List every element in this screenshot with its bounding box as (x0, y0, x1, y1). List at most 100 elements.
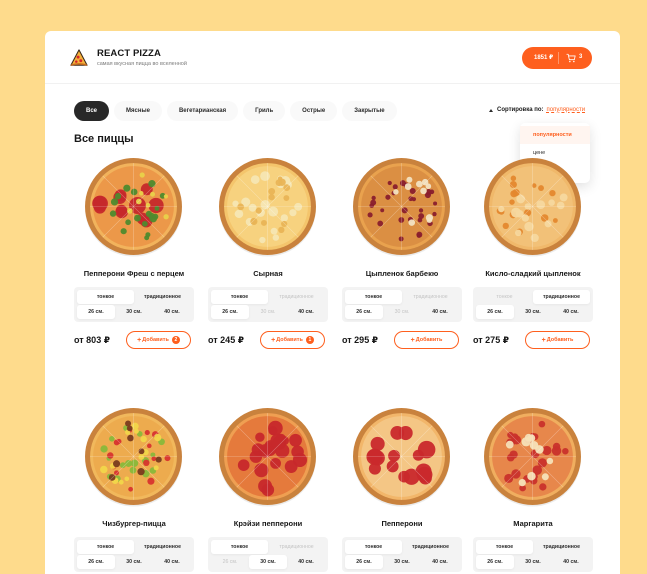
size-option: 26 см. (222, 559, 238, 565)
category-0[interactable]: Все (74, 101, 110, 121)
add-button-label: Добавить (415, 337, 443, 343)
size-option[interactable]: 40 см. (287, 305, 325, 319)
size-option[interactable]: 40 см. (153, 555, 191, 569)
size-option[interactable]: 26 см. (476, 305, 514, 319)
size-option[interactable]: 26 см. (77, 305, 115, 319)
add-button-label: Добавить (276, 337, 303, 343)
dough-option: традиционное (413, 294, 448, 300)
size-option[interactable]: 30 см. (249, 555, 287, 569)
dough-option[interactable]: традиционное (134, 290, 191, 304)
cart-item-count-badge: 1 (305, 336, 314, 344)
size-option[interactable]: 26 см. (345, 305, 383, 319)
dough-option[interactable]: традиционное (533, 540, 590, 554)
pizza-options: тонкое традиционное 26 см. 30 см. 40 см. (342, 537, 462, 572)
plus-icon: + (271, 336, 276, 344)
cart-button[interactable]: 1851 ₽ 3 (522, 47, 592, 69)
size-option[interactable]: 26 см. (211, 305, 249, 319)
pizza-name: Чизбургер-пицца (102, 519, 166, 528)
pizza-price: от 245 ₽ (208, 335, 244, 345)
pizza-price: от 295 ₽ (342, 335, 378, 345)
category-1[interactable]: Мясные (114, 101, 162, 121)
pizza-price: от 275 ₽ (473, 335, 509, 345)
cart-item-count-badge: 2 (171, 336, 180, 344)
pizza-image (85, 408, 182, 507)
pizza-price: от 803 ₽ (74, 335, 110, 345)
pizza-name: Пепперони (381, 519, 423, 528)
sort-arrow-icon (489, 108, 493, 112)
pizza-image (219, 408, 316, 507)
cart-icon (566, 53, 576, 63)
dough-option: традиционное (279, 294, 314, 300)
dough-option[interactable]: тонкое (345, 290, 402, 304)
cart-price: 1851 ₽ (534, 55, 554, 61)
dough-option[interactable]: традиционное (533, 290, 590, 304)
size-option[interactable]: 30 см. (514, 305, 552, 319)
size-option[interactable]: 40 см. (287, 555, 325, 569)
sort-control[interactable]: Сортировка по: популярности (489, 107, 585, 113)
sort-label: Сортировка по: (497, 107, 544, 113)
add-to-cart-button[interactable]: + Добавить 1 (260, 331, 325, 349)
dough-option[interactable]: тонкое (77, 540, 134, 554)
add-button-label: Добавить (142, 337, 169, 343)
dough-option[interactable]: традиционное (402, 540, 459, 554)
sort-option-0[interactable]: популярности (520, 126, 590, 144)
dough-option[interactable]: тонкое (476, 540, 533, 554)
pizza-name: Маргарита (513, 519, 553, 528)
plus-icon: + (541, 336, 546, 344)
pizza-options: тонкое традиционное 26 см. 30 см. 40 см. (208, 287, 328, 322)
add-button-label: Добавить (546, 337, 574, 343)
dough-option[interactable]: тонкое (211, 290, 268, 304)
pizza-image (85, 158, 182, 257)
size-option[interactable]: 30 см. (383, 555, 421, 569)
cart-count: 3 (579, 54, 583, 60)
pizza-options: тонкое традиционное 26 см. 30 см. 40 см. (208, 537, 328, 572)
dough-option[interactable]: тонкое (345, 540, 402, 554)
pizza-image (219, 158, 316, 257)
pizza-name: Крэйзи пепперони (233, 519, 303, 528)
category-3[interactable]: Гриль (243, 101, 286, 121)
size-option[interactable]: 40 см. (421, 305, 459, 319)
pizza-options: тонкое традиционное 26 см. 30 см. 40 см. (74, 287, 194, 322)
pizza-options: тонкое традиционное 26 см. 30 см. 40 см. (473, 537, 593, 572)
category-5[interactable]: Закрытые (342, 101, 397, 121)
size-option[interactable]: 26 см. (345, 555, 383, 569)
dough-option[interactable]: тонкое (77, 290, 134, 304)
dough-option[interactable]: традиционное (134, 540, 191, 554)
size-option: 30 см. (260, 309, 276, 315)
sort-value[interactable]: популярности (547, 107, 586, 113)
pizza-options: тонкое традиционное 26 см. 30 см. 40 см. (473, 287, 593, 322)
category-4[interactable]: Острые (290, 101, 338, 121)
category-list: Все Мясные Вегетарианская Гриль Острые Закрыт… (74, 101, 397, 121)
pizza-image (353, 408, 450, 507)
pizza-options: тонкое традиционное 26 см. 30 см. 40 см. (342, 287, 462, 322)
dough-option: традиционное (279, 544, 314, 550)
add-to-cart-button[interactable]: + Добавить (394, 331, 459, 349)
pizza-options: тонкое традиционное 26 см. 30 см. 40 см. (74, 537, 194, 572)
brand-subtitle: самая вкусная пицца во вселенной (97, 61, 187, 67)
category-2[interactable]: Вегетарианская (166, 101, 239, 121)
size-option[interactable]: 40 см. (153, 305, 191, 319)
size-option[interactable]: 40 см. (552, 555, 590, 569)
size-option[interactable]: 40 см. (552, 305, 590, 319)
add-to-cart-button[interactable]: + Добавить (525, 331, 590, 349)
page-card: REACT PIZZA самая вкусная пицца во вселе… (45, 31, 620, 574)
pizza-name: Кисло-сладкий цыпленок (485, 269, 581, 278)
size-option[interactable]: 26 см. (476, 555, 514, 569)
plus-icon: + (137, 336, 142, 344)
pizza-image (484, 158, 581, 257)
section-title: Все пиццы (74, 133, 134, 145)
size-option[interactable]: 40 см. (421, 555, 459, 569)
header: REACT PIZZA самая вкусная пицца во вселе… (45, 31, 620, 84)
size-option[interactable]: 26 см. (77, 555, 115, 569)
pizza-logo-icon[interactable] (70, 49, 88, 67)
dough-option[interactable]: тонкое (211, 540, 268, 554)
size-option[interactable]: 30 см. (514, 555, 552, 569)
size-option: 30 см. (394, 309, 410, 315)
size-option[interactable]: 30 см. (115, 305, 153, 319)
dough-option: тонкое (496, 294, 513, 300)
brand-title[interactable]: REACT PIZZA (97, 48, 161, 59)
add-to-cart-button[interactable]: + Добавить 2 (126, 331, 191, 349)
pizza-name: Пепперони Фреш с перцем (83, 269, 185, 278)
pizza-name: Цыпленок барбекю (365, 269, 439, 278)
size-option[interactable]: 30 см. (115, 555, 153, 569)
